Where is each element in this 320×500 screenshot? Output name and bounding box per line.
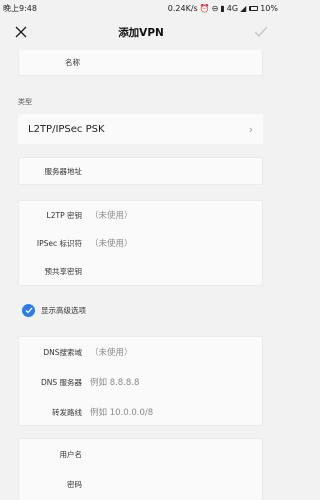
- l2tp-secret-label: L2TP 密钥: [46, 210, 82, 220]
- forwarding-route-placeholder: 例如 10.0.0.0/8: [90, 408, 154, 418]
- battery-percentage: 10%: [260, 3, 278, 13]
- password-label: 密码: [67, 479, 82, 489]
- ipsec-card: L2TP 密钥 （未使用） IPSec 标识符 （未使用） 预共享密钥: [18, 200, 263, 286]
- ipsec-identifier-value: （未使用）: [90, 239, 133, 249]
- ipsec-identifier-field[interactable]: IPSec 标识符 （未使用）: [19, 229, 262, 257]
- dns-server-placeholder: 例如 8.8.8.8: [90, 378, 140, 388]
- name-card: 名称: [18, 50, 263, 76]
- dnd-icon: ⊖: [211, 3, 219, 13]
- forwarding-route-field[interactable]: 转发路线 例如 10.0.0.0/8: [19, 397, 262, 427]
- server-card: 服务器地址: [18, 157, 263, 185]
- close-button[interactable]: [10, 21, 32, 43]
- l2tp-secret-value: （未使用）: [90, 211, 133, 221]
- alarm-icon: ⏰: [199, 3, 210, 13]
- psk-label: 预共享密钥: [44, 266, 83, 276]
- title-bar: 添加VPN: [0, 16, 282, 48]
- username-field[interactable]: 用户名: [19, 439, 262, 469]
- vpn-type-value: L2TP/IPSec PSK: [28, 123, 105, 135]
- dns-search-domain-label: DNS搜索域: [43, 347, 82, 357]
- l2tp-secret-field[interactable]: L2TP 密钥 （未使用）: [19, 201, 262, 229]
- status-time: 晚上9:48: [3, 3, 37, 13]
- psk-field[interactable]: 预共享密钥: [19, 257, 262, 285]
- page-title: 添加VPN: [118, 26, 164, 39]
- confirm-button[interactable]: [250, 21, 272, 43]
- dns-search-domain-value: （未使用）: [90, 348, 133, 358]
- close-icon: [15, 26, 27, 38]
- signal-icon: ▮: [220, 3, 225, 13]
- ipsec-identifier-label: IPSec 标识符: [36, 238, 82, 248]
- network-type: 4G: [226, 3, 239, 13]
- signal-strength-icon: ◢: [240, 3, 247, 13]
- type-section-label: 类型: [18, 98, 32, 106]
- battery-icon: [249, 5, 259, 11]
- status-icons: 0.24K/s ⏰ ⊖ ▮ 4G ◢ 10%: [168, 4, 278, 13]
- credentials-card: 用户名 密码: [18, 438, 263, 500]
- check-icon: [254, 26, 268, 38]
- net-speed: 0.24K/s: [167, 3, 198, 13]
- dns-server-field[interactable]: DNS 服务器 例如 8.8.8.8: [19, 367, 262, 397]
- dns-server-label: DNS 服务器: [40, 377, 82, 387]
- advanced-options-label: 显示高级选项: [41, 306, 86, 315]
- battery-fill: [250, 6, 251, 10]
- checkbox-checked-icon: [22, 304, 35, 317]
- password-field[interactable]: 密码: [19, 469, 262, 499]
- dns-search-domain-field[interactable]: DNS搜索域 （未使用）: [19, 337, 262, 367]
- chevron-right-icon: ›: [248, 122, 253, 136]
- advanced-options-toggle[interactable]: 显示高级选项: [22, 304, 86, 317]
- name-label: 名称: [65, 57, 80, 67]
- vpn-type-selector[interactable]: L2TP/IPSec PSK ›: [18, 114, 263, 144]
- server-address-field[interactable]: 服务器地址: [19, 158, 262, 184]
- forwarding-route-label: 转发路线: [52, 407, 82, 417]
- username-label: 用户名: [59, 449, 83, 459]
- status-bar: 晚上9:48 0.24K/s ⏰ ⊖ ▮ 4G ◢ 10%: [0, 0, 282, 16]
- server-address-label: 服务器地址: [44, 166, 83, 176]
- advanced-card: DNS搜索域 （未使用） DNS 服务器 例如 8.8.8.8 转发路线 例如 …: [18, 336, 263, 426]
- name-field[interactable]: 名称: [19, 50, 262, 74]
